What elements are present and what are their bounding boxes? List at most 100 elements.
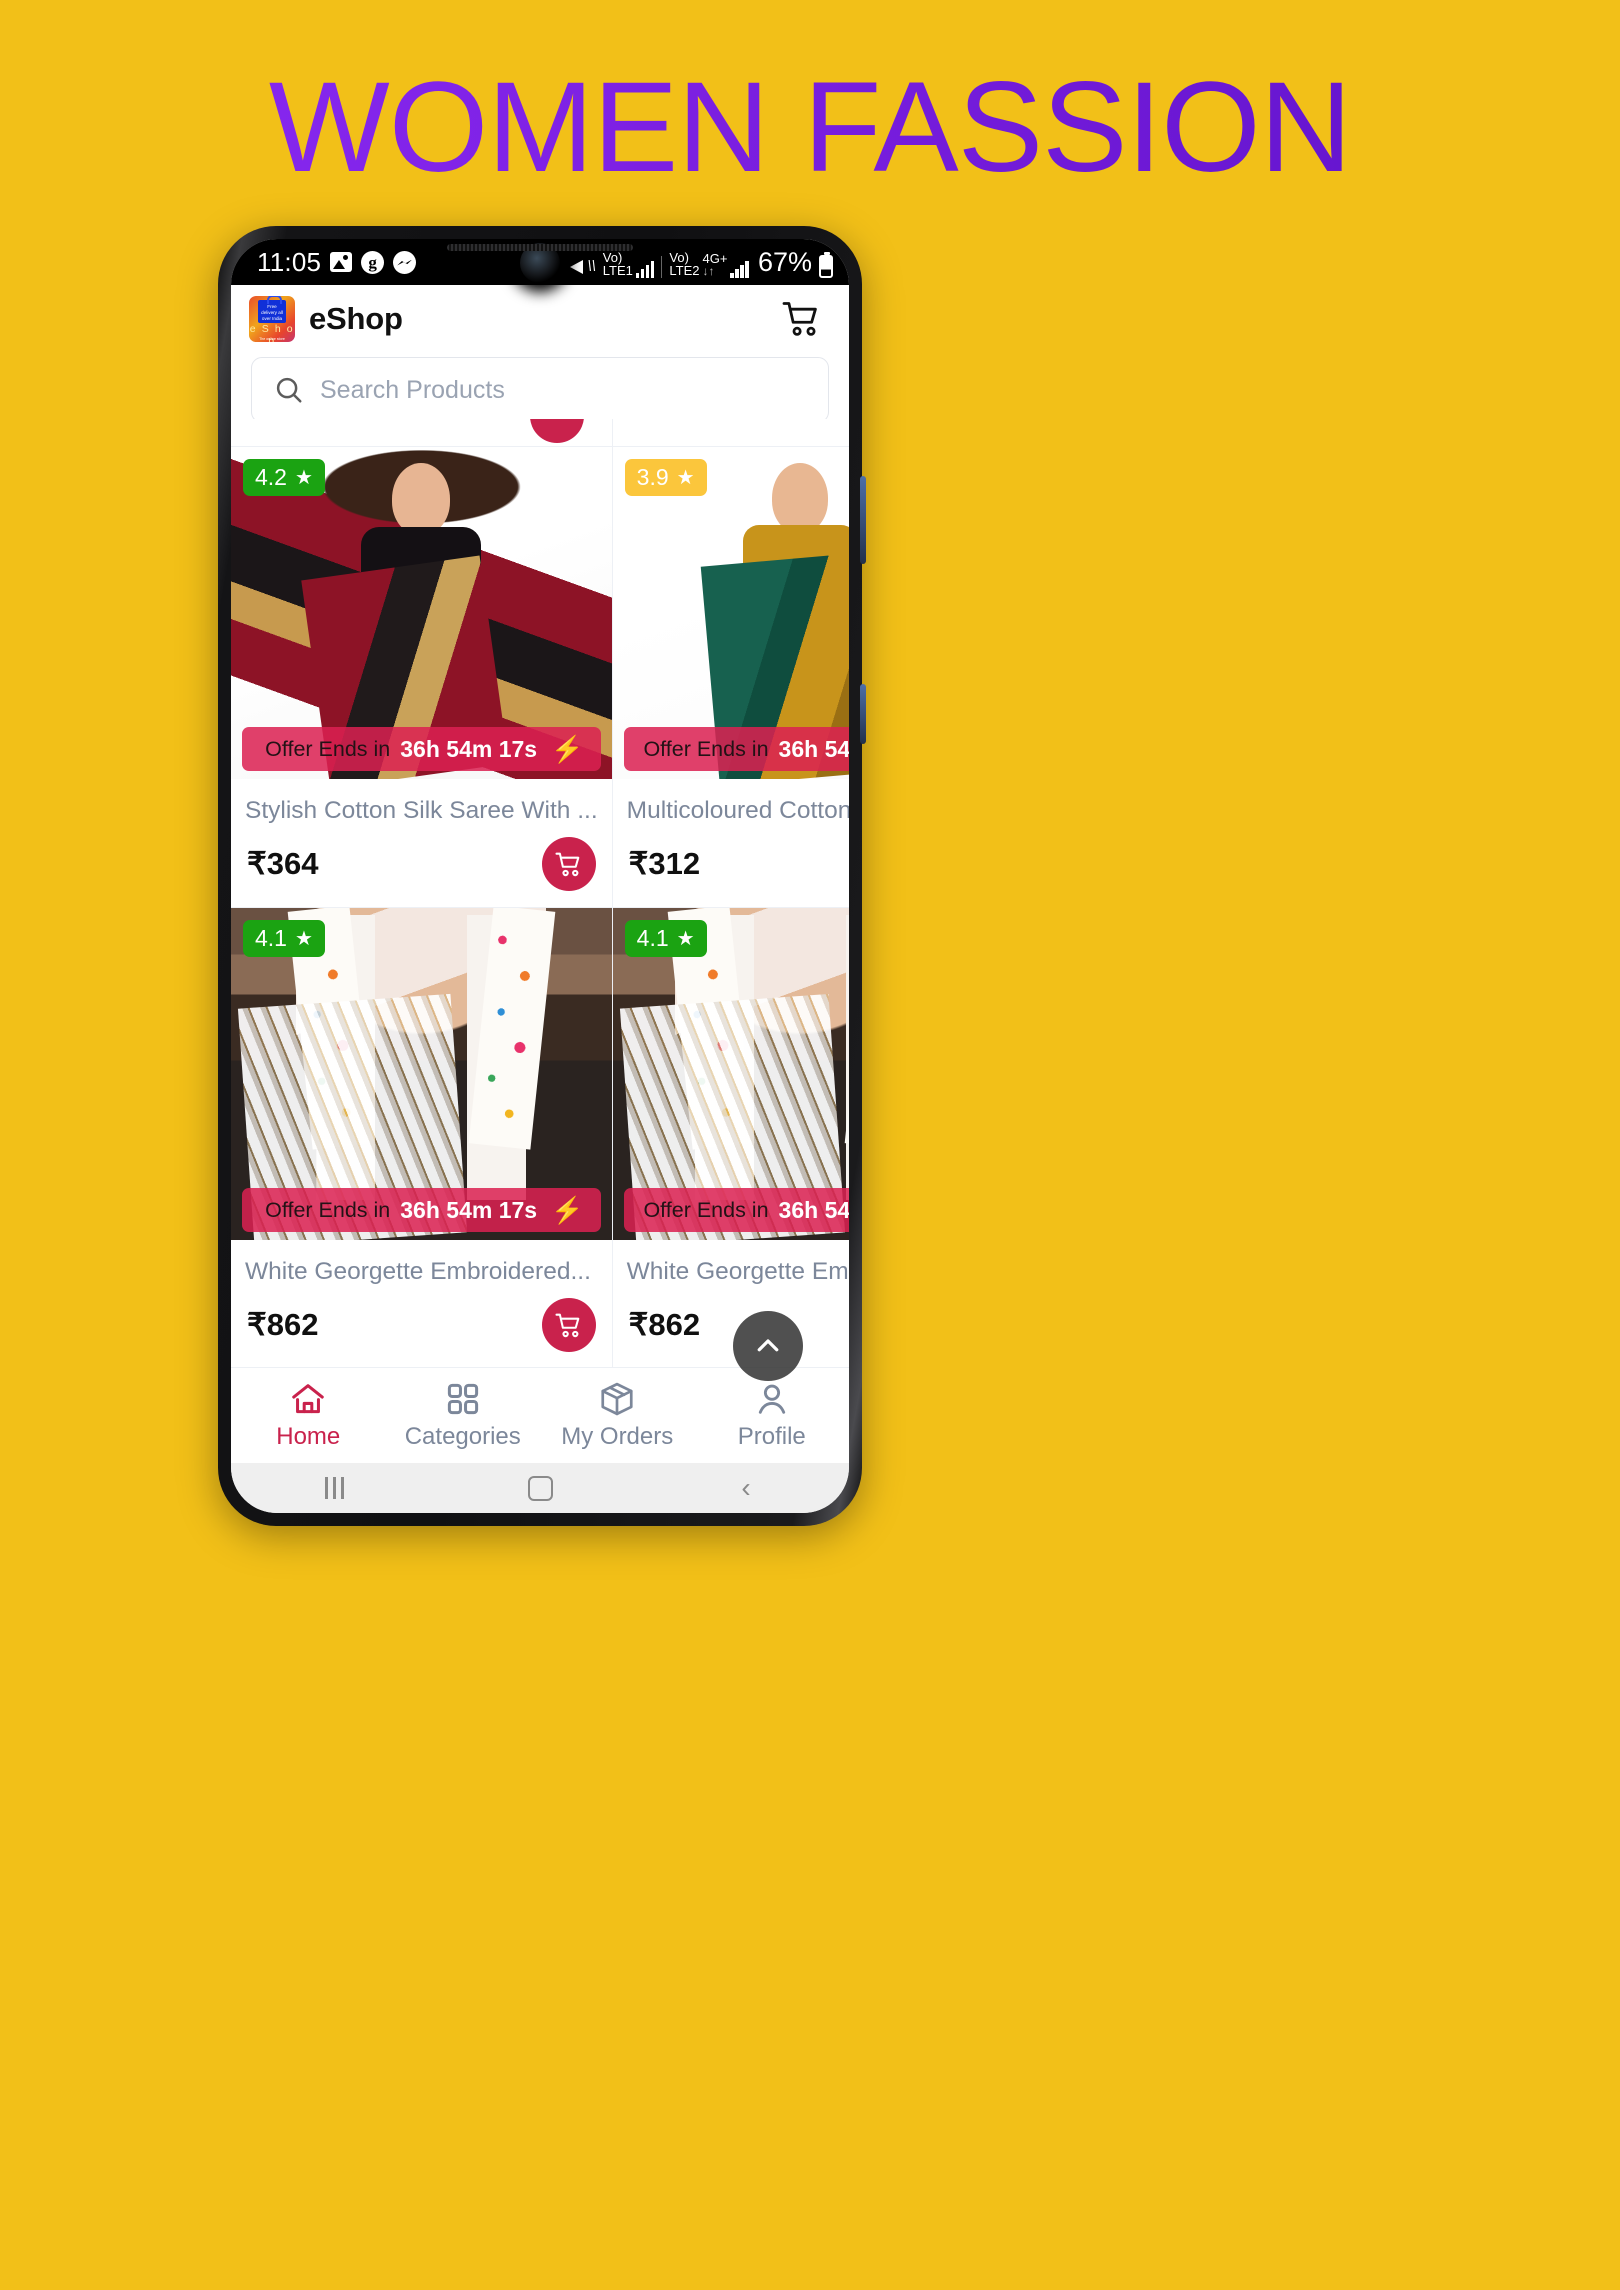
partial-card-top-right[interactable] <box>612 419 849 447</box>
phone-device: 11:05 g \\ Vo) LTE1 Vo) LTE2 4G+ ↓↑ 67% … <box>218 226 866 1526</box>
product-card[interactable]: 4.2 ★ Offer Ends in 36h 54m 17s ⚡ Stylis… <box>231 447 613 908</box>
nav-label-my-orders: My Orders <box>561 1423 674 1450</box>
product-title: White Georgette Embroidered... <box>245 1258 591 1285</box>
sim1-bars <box>635 260 655 278</box>
star-icon: ★ <box>676 467 695 489</box>
sim2-signal: Vo) LTE2 4G+ ↓↑ <box>669 251 749 278</box>
header-cart-button[interactable] <box>780 297 824 341</box>
add-to-cart-button[interactable] <box>541 837 596 891</box>
home-button[interactable] <box>437 1475 643 1501</box>
product-image[interactable]: 3.9 ★ Offer Ends in 36h 54m 17s ⚡ <box>612 447 849 779</box>
product-image[interactable]: 4.2 ★ Offer Ends in 36h 54m 17s ⚡ <box>231 447 612 779</box>
sim1-signal: Vo) LTE1 <box>603 251 655 278</box>
google-icon: g <box>361 250 385 274</box>
product-footer: ₹312 <box>613 825 849 907</box>
sim1-voice: Vo) <box>602 250 623 265</box>
photos-icon <box>330 252 353 272</box>
product-footer: ₹862 <box>231 1286 612 1368</box>
product-image[interactable]: 4.1 ★ Offer Ends in 36h 54m 17s ⚡ <box>612 908 849 1240</box>
grid-icon <box>447 1383 478 1415</box>
scroll-to-top-button[interactable] <box>733 1311 803 1381</box>
product-card[interactable]: 4.1 ★ Offer Ends in 36h 54m 17s ⚡ White … <box>231 908 613 1369</box>
power-button[interactable] <box>860 684 866 744</box>
product-scroll-area[interactable]: 4.2 ★ Offer Ends in 36h 54m 17s ⚡ Stylis… <box>231 419 849 1417</box>
star-icon: ★ <box>294 467 313 489</box>
nav-label-categories: Categories <box>404 1423 521 1450</box>
rating-badge: 3.9 ★ <box>624 459 707 496</box>
sim2-network: 4G+ ↓↑ <box>702 251 728 279</box>
shopping-cart-icon <box>555 1313 579 1337</box>
app-title: eShop <box>309 301 403 336</box>
status-bar-right: \\ Vo) LTE1 Vo) LTE2 4G+ ↓↑ 67% <box>569 246 833 278</box>
nav-item-home[interactable]: Home <box>231 1380 386 1451</box>
recents-button[interactable] <box>231 1477 437 1499</box>
sim2-voice: Vo) <box>669 250 689 265</box>
chevron-up-icon <box>757 1339 779 1352</box>
search-input[interactable] <box>320 375 806 405</box>
messenger-icon <box>393 250 417 274</box>
offer-label: Offer Ends in <box>643 736 769 761</box>
bottom-navigation: Home Categories My Orders Profile <box>231 1367 849 1463</box>
phone-bezel: 11:05 g \\ Vo) LTE1 Vo) LTE2 4G+ ↓↑ 67% … <box>231 239 849 1513</box>
add-to-cart-button[interactable] <box>541 1298 596 1352</box>
star-icon: ★ <box>294 928 313 950</box>
partial-card-top-left[interactable] <box>231 419 613 447</box>
offer-label: Offer Ends in <box>265 1197 391 1222</box>
sim2-bars <box>730 260 749 278</box>
earpiece-speaker <box>447 244 633 251</box>
offer-countdown-strip: Offer Ends in 36h 54m 17s ⚡ <box>623 1188 849 1232</box>
product-card[interactable]: 3.9 ★ Offer Ends in 36h 54m 17s ⚡ Multic… <box>612 447 849 908</box>
box-icon <box>601 1382 633 1416</box>
rating-value: 3.9 <box>636 464 669 490</box>
app-logo: Free delivery all over India e S h o p T… <box>249 296 295 342</box>
shopping-cart-icon <box>782 302 817 336</box>
battery-icon <box>819 251 833 278</box>
volume-button[interactable] <box>860 476 866 564</box>
product-image[interactable]: 4.1 ★ Offer Ends in 36h 54m 17s ⚡ <box>231 908 612 1240</box>
back-button[interactable]: ‹ <box>643 1474 849 1502</box>
sim1-label: LTE1 <box>602 263 633 279</box>
product-title: Stylish Cotton Silk Saree With ... <box>245 797 598 824</box>
product-title: White Georgette Embroidered... <box>626 1258 849 1285</box>
offer-label: Offer Ends in <box>265 736 391 761</box>
person-icon <box>758 1384 785 1414</box>
star-icon: ★ <box>676 928 695 950</box>
offer-timer: 36h 54m 17s <box>778 1196 849 1223</box>
rating-value: 4.2 <box>255 464 287 490</box>
logo-bag-text: Free delivery all over India <box>261 304 283 322</box>
nav-item-profile[interactable]: Profile <box>695 1380 850 1451</box>
app-header: Free delivery all over India e S h o p T… <box>231 285 849 353</box>
home-icon <box>292 1384 325 1414</box>
phone-screen: 11:05 g \\ Vo) LTE1 Vo) LTE2 4G+ ↓↑ 67% … <box>231 239 849 1513</box>
mute-icon: \\ <box>569 256 596 278</box>
cart-fab-partial[interactable] <box>529 419 584 443</box>
status-clock: 11:05 <box>257 246 322 277</box>
lightning-bolt-icon: ⚡ <box>551 733 584 764</box>
product-title: Multicoloured Cotton Woven ... <box>626 797 849 824</box>
offer-countdown-strip: Offer Ends in 36h 54m 17s ⚡ <box>242 1188 601 1232</box>
product-card[interactable]: 4.1 ★ Offer Ends in 36h 54m 17s ⚡ White … <box>612 908 849 1369</box>
rating-badge: 4.2 ★ <box>243 459 325 496</box>
battery-percent: 67% <box>757 246 812 277</box>
product-price: ₹312 <box>628 846 701 881</box>
offer-countdown-strip: Offer Ends in 36h 54m 17s ⚡ <box>242 727 601 771</box>
sim2-label: LTE2 <box>669 263 700 279</box>
search-bar[interactable] <box>251 357 829 423</box>
nav-item-my-orders[interactable]: My Orders <box>540 1380 695 1451</box>
shopping-cart-icon <box>555 852 579 876</box>
product-footer: ₹862 <box>613 1286 849 1368</box>
product-price: ₹364 <box>247 846 319 881</box>
rating-badge: 4.1 ★ <box>624 920 707 957</box>
search-icon <box>276 377 302 403</box>
product-price: ₹862 <box>247 1307 319 1342</box>
home-circle-icon <box>527 1475 553 1501</box>
recents-icon <box>324 1477 344 1499</box>
rating-value: 4.1 <box>255 925 287 951</box>
nav-item-categories[interactable]: Categories <box>386 1380 541 1451</box>
logo-tagline: The online store <box>259 337 285 341</box>
offer-timer: 36h 54m 17s <box>400 1196 538 1223</box>
nav-label-profile: Profile <box>737 1423 806 1450</box>
offer-timer: 36h 54m 17s <box>778 735 849 762</box>
sim-divider <box>661 255 663 278</box>
rating-value: 4.1 <box>636 925 669 951</box>
